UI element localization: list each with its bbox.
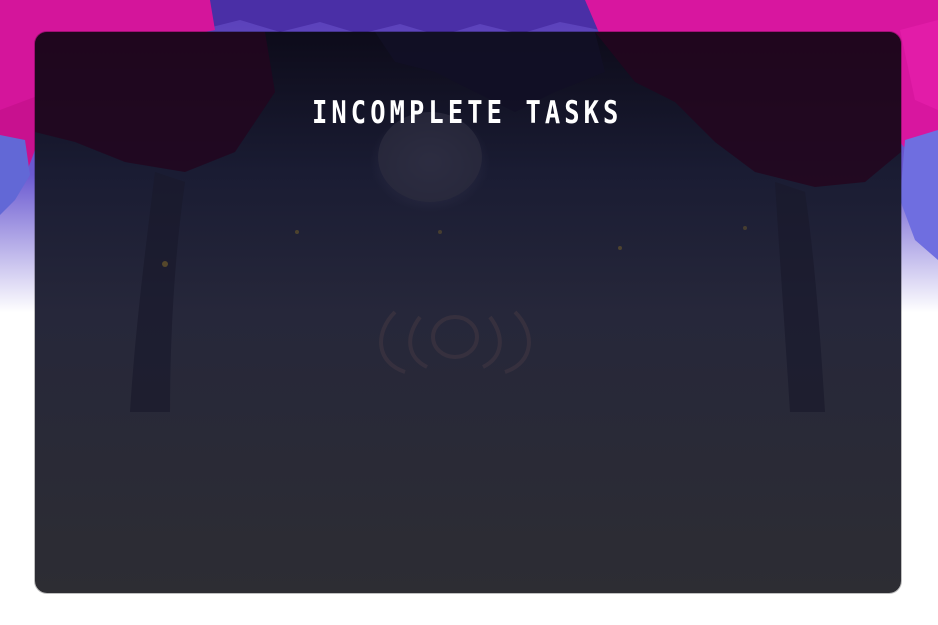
firefly <box>618 246 622 250</box>
page-title: INCOMPLETE TASKS <box>312 95 623 131</box>
firefly <box>743 226 747 230</box>
firefly <box>438 230 442 234</box>
firefly <box>295 230 299 234</box>
game-screen: INCOMPLETE TASKS <box>0 0 938 625</box>
firefly <box>162 261 168 267</box>
tasks-panel: INCOMPLETE TASKS <box>35 32 901 593</box>
